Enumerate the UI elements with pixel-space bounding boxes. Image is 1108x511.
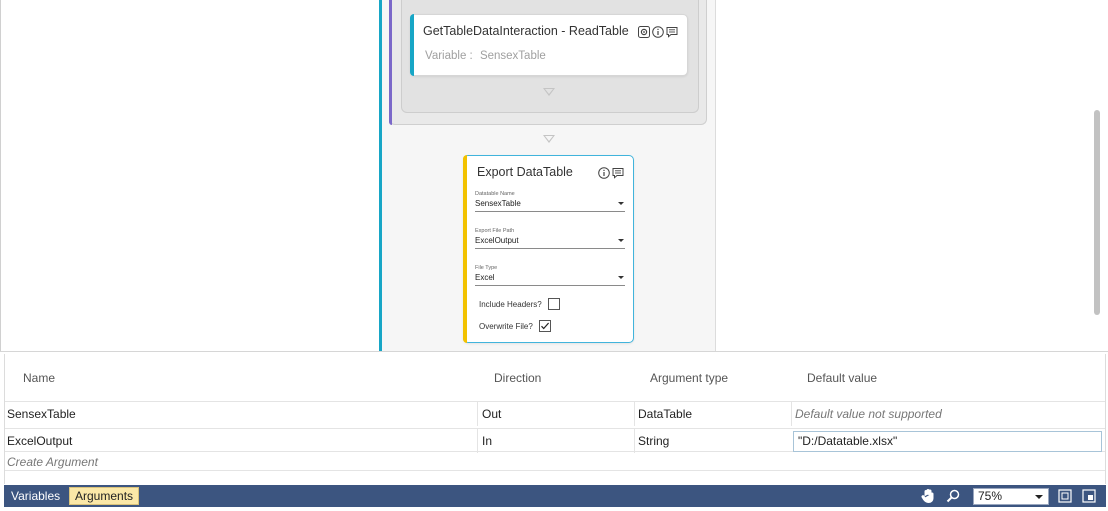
workflow-designer: GetTableDataInteraction - ReadTable Vari…	[0, 0, 1108, 511]
field-label: Datatable Name	[475, 191, 515, 197]
activity-icons	[637, 25, 678, 38]
include-headers-checkbox[interactable]	[547, 298, 560, 310]
variable-value: SensexTable	[479, 50, 546, 62]
argument-default: Default value not supported	[791, 402, 1105, 426]
fit-screen-icon[interactable]	[1057, 488, 1073, 504]
chevron-down-icon[interactable]	[618, 202, 624, 205]
flow-arrow-icon	[543, 135, 555, 143]
container-accent-bar	[389, 0, 392, 125]
info-icon[interactable]	[651, 25, 664, 38]
table-row[interactable]: ExcelOutput In String "D:/Datatable.xlsx…	[5, 428, 1105, 453]
activity-variable: Variable : SensexTable	[425, 50, 546, 62]
designer-statusbar: Variables Arguments 75%	[4, 485, 1106, 507]
flow-arrow-icon	[543, 88, 555, 96]
file-type-field[interactable]: File Type Excel	[475, 264, 625, 286]
argument-name[interactable]: SensexTable	[7, 402, 477, 426]
overwrite-file-label: Overwrite File?	[479, 321, 533, 331]
sequence-accent-bar	[379, 0, 382, 352]
field-label: Export File Path	[475, 228, 515, 234]
hand-pan-icon[interactable]	[920, 488, 936, 504]
designer-canvas[interactable]: GetTableDataInteraction - ReadTable Vari…	[0, 0, 1108, 352]
file-type-dropdown[interactable]: Excel	[475, 272, 625, 286]
chevron-down-icon[interactable]	[1035, 495, 1043, 499]
overview-icon[interactable]	[1081, 488, 1097, 504]
zoom-level-value: 75%	[978, 489, 1003, 503]
activity-accent	[410, 14, 414, 76]
comment-icon[interactable]	[665, 25, 678, 38]
export-file-path-field[interactable]: Export File Path ExcelOutput	[475, 227, 625, 249]
argument-name[interactable]: ExcelOutput	[7, 429, 477, 453]
default-value-input[interactable]: "D:/Datatable.xlsx"	[793, 431, 1102, 452]
comment-icon[interactable]	[611, 166, 624, 179]
settings-icon[interactable]	[637, 25, 650, 38]
arguments-tab[interactable]: Arguments	[69, 487, 140, 505]
field-value: SensexTable	[475, 199, 521, 208]
argument-type[interactable]: String	[634, 429, 791, 453]
activity-title: GetTableDataInteraction - ReadTable	[423, 24, 629, 38]
field-value: Excel	[475, 273, 495, 282]
table-row[interactable]: SensexTable Out DataTable Default value …	[5, 401, 1105, 426]
argument-direction[interactable]: Out	[477, 402, 634, 426]
argument-type[interactable]: DataTable	[634, 402, 791, 426]
datatable-name-field[interactable]: Datatable Name SensexTable	[475, 190, 625, 212]
checkmark-icon	[540, 322, 549, 330]
vertical-scrollbar[interactable]	[1094, 110, 1100, 315]
zoom-level-dropdown[interactable]: 75%	[973, 488, 1049, 505]
argument-direction[interactable]: In	[477, 429, 634, 453]
chevron-down-icon[interactable]	[618, 276, 624, 279]
activity-accent	[463, 155, 467, 343]
column-header-argument-type[interactable]: Argument type	[650, 371, 728, 385]
datatable-name-dropdown[interactable]: SensexTable	[475, 198, 625, 212]
read-table-activity[interactable]: GetTableDataInteraction - ReadTable Vari…	[410, 14, 688, 76]
overwrite-file-row: Overwrite File?	[479, 320, 551, 332]
variable-label: Variable :	[425, 50, 473, 62]
zoom-icon[interactable]	[945, 488, 961, 504]
include-headers-row: Include Headers?	[479, 298, 560, 310]
field-value: ExcelOutput	[475, 236, 519, 245]
export-datatable-activity[interactable]: Export DataTable Datatable Name SensexTa…	[463, 155, 634, 343]
overwrite-file-checkbox[interactable]	[538, 320, 551, 332]
info-icon[interactable]	[597, 166, 610, 179]
arguments-panel: Name Direction Argument type Default val…	[4, 354, 1106, 484]
row-divider	[5, 470, 1105, 471]
export-file-path-dropdown[interactable]: ExcelOutput	[475, 235, 625, 249]
panel-splitter[interactable]	[0, 351, 1108, 352]
include-headers-label: Include Headers?	[479, 299, 542, 309]
chevron-down-icon[interactable]	[618, 239, 624, 242]
create-argument-link[interactable]: Create Argument	[7, 455, 98, 469]
column-header-direction[interactable]: Direction	[494, 371, 541, 385]
column-header-default-value[interactable]: Default value	[807, 371, 877, 385]
activity-title: Export DataTable	[477, 165, 573, 179]
column-header-name[interactable]: Name	[23, 371, 55, 385]
activity-icons	[597, 166, 624, 179]
variables-tab[interactable]: Variables	[6, 487, 65, 505]
field-label: File Type	[475, 265, 498, 271]
